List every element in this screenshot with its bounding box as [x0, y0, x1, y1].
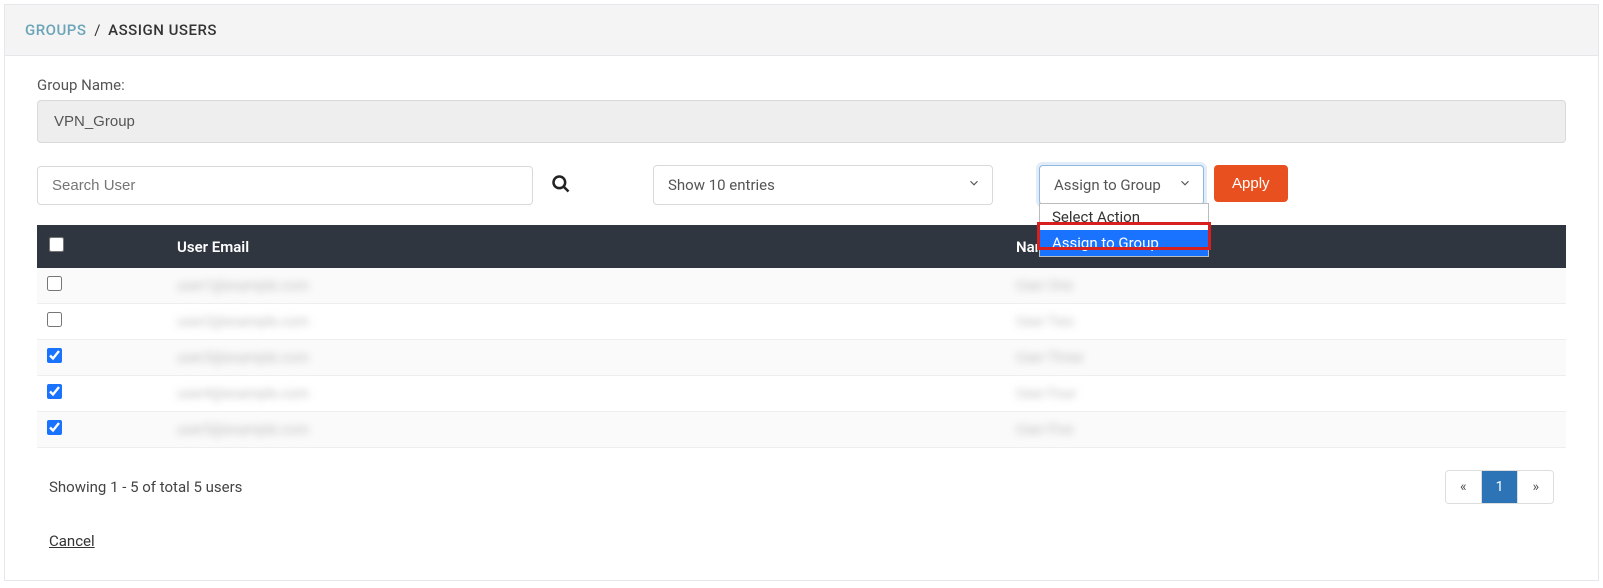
pager-page-1[interactable]: 1 [1482, 471, 1519, 503]
group-name-input[interactable] [37, 100, 1566, 143]
select-all-checkbox[interactable] [49, 237, 64, 252]
breadcrumb: GROUPS / ASSIGN USERS [5, 5, 1598, 56]
user-name-cell: User Three [1016, 350, 1083, 366]
table-row: user1@example.com User One [37, 268, 1566, 304]
pager-next[interactable]: » [1518, 471, 1553, 503]
user-email-cell: user3@example.com [177, 350, 309, 366]
search-user-input[interactable] [37, 166, 533, 205]
group-name-label: Group Name: [37, 76, 1566, 94]
user-name-cell: User One [1016, 278, 1073, 294]
user-name-cell: User Five [1016, 422, 1073, 438]
row-checkbox[interactable] [47, 312, 62, 327]
action-option-placeholder[interactable]: Select Action [1040, 204, 1208, 230]
pagination: « 1 » [1445, 470, 1554, 504]
apply-button[interactable]: Apply [1214, 165, 1288, 202]
user-name-cell: User Four [1016, 386, 1076, 402]
action-option-assign[interactable]: Assign to Group [1040, 230, 1208, 256]
row-checkbox[interactable] [47, 276, 62, 291]
action-select[interactable]: Assign to Group [1039, 165, 1204, 205]
breadcrumb-separator: / [94, 21, 100, 39]
cancel-link[interactable]: Cancel [49, 532, 95, 550]
users-table: User Email Name user1@example.comUser On… [37, 225, 1566, 448]
entries-select[interactable]: Show 10 entries [653, 165, 993, 205]
user-email-cell: user4@example.com [177, 386, 309, 402]
pager-prev[interactable]: « [1446, 471, 1482, 503]
col-header-email: User Email [167, 225, 1006, 268]
breadcrumb-current: ASSIGN USERS [108, 21, 217, 39]
user-email-cell: user5@example.com [177, 422, 309, 438]
user-name-cell: User Two [1016, 314, 1074, 330]
row-checkbox[interactable] [47, 420, 62, 435]
user-email-cell: user2@example.com [177, 314, 309, 330]
table-row: user4@example.com User Four [37, 376, 1566, 412]
showing-text: Showing 1 - 5 of total 5 users [49, 478, 242, 496]
search-button[interactable] [545, 168, 577, 203]
row-checkbox[interactable] [47, 384, 62, 399]
row-checkbox[interactable] [47, 348, 62, 363]
table-row: user5@example.com User Five [37, 412, 1566, 448]
user-email-cell: user1@example.com [177, 278, 309, 294]
table-row: user2@example.com User Two [37, 304, 1566, 340]
search-icon [551, 182, 571, 197]
action-dropdown-menu: Select Action Assign to Group [1039, 203, 1209, 257]
table-row: user3@example.com User Three [37, 340, 1566, 376]
breadcrumb-groups-link[interactable]: GROUPS [25, 21, 86, 39]
